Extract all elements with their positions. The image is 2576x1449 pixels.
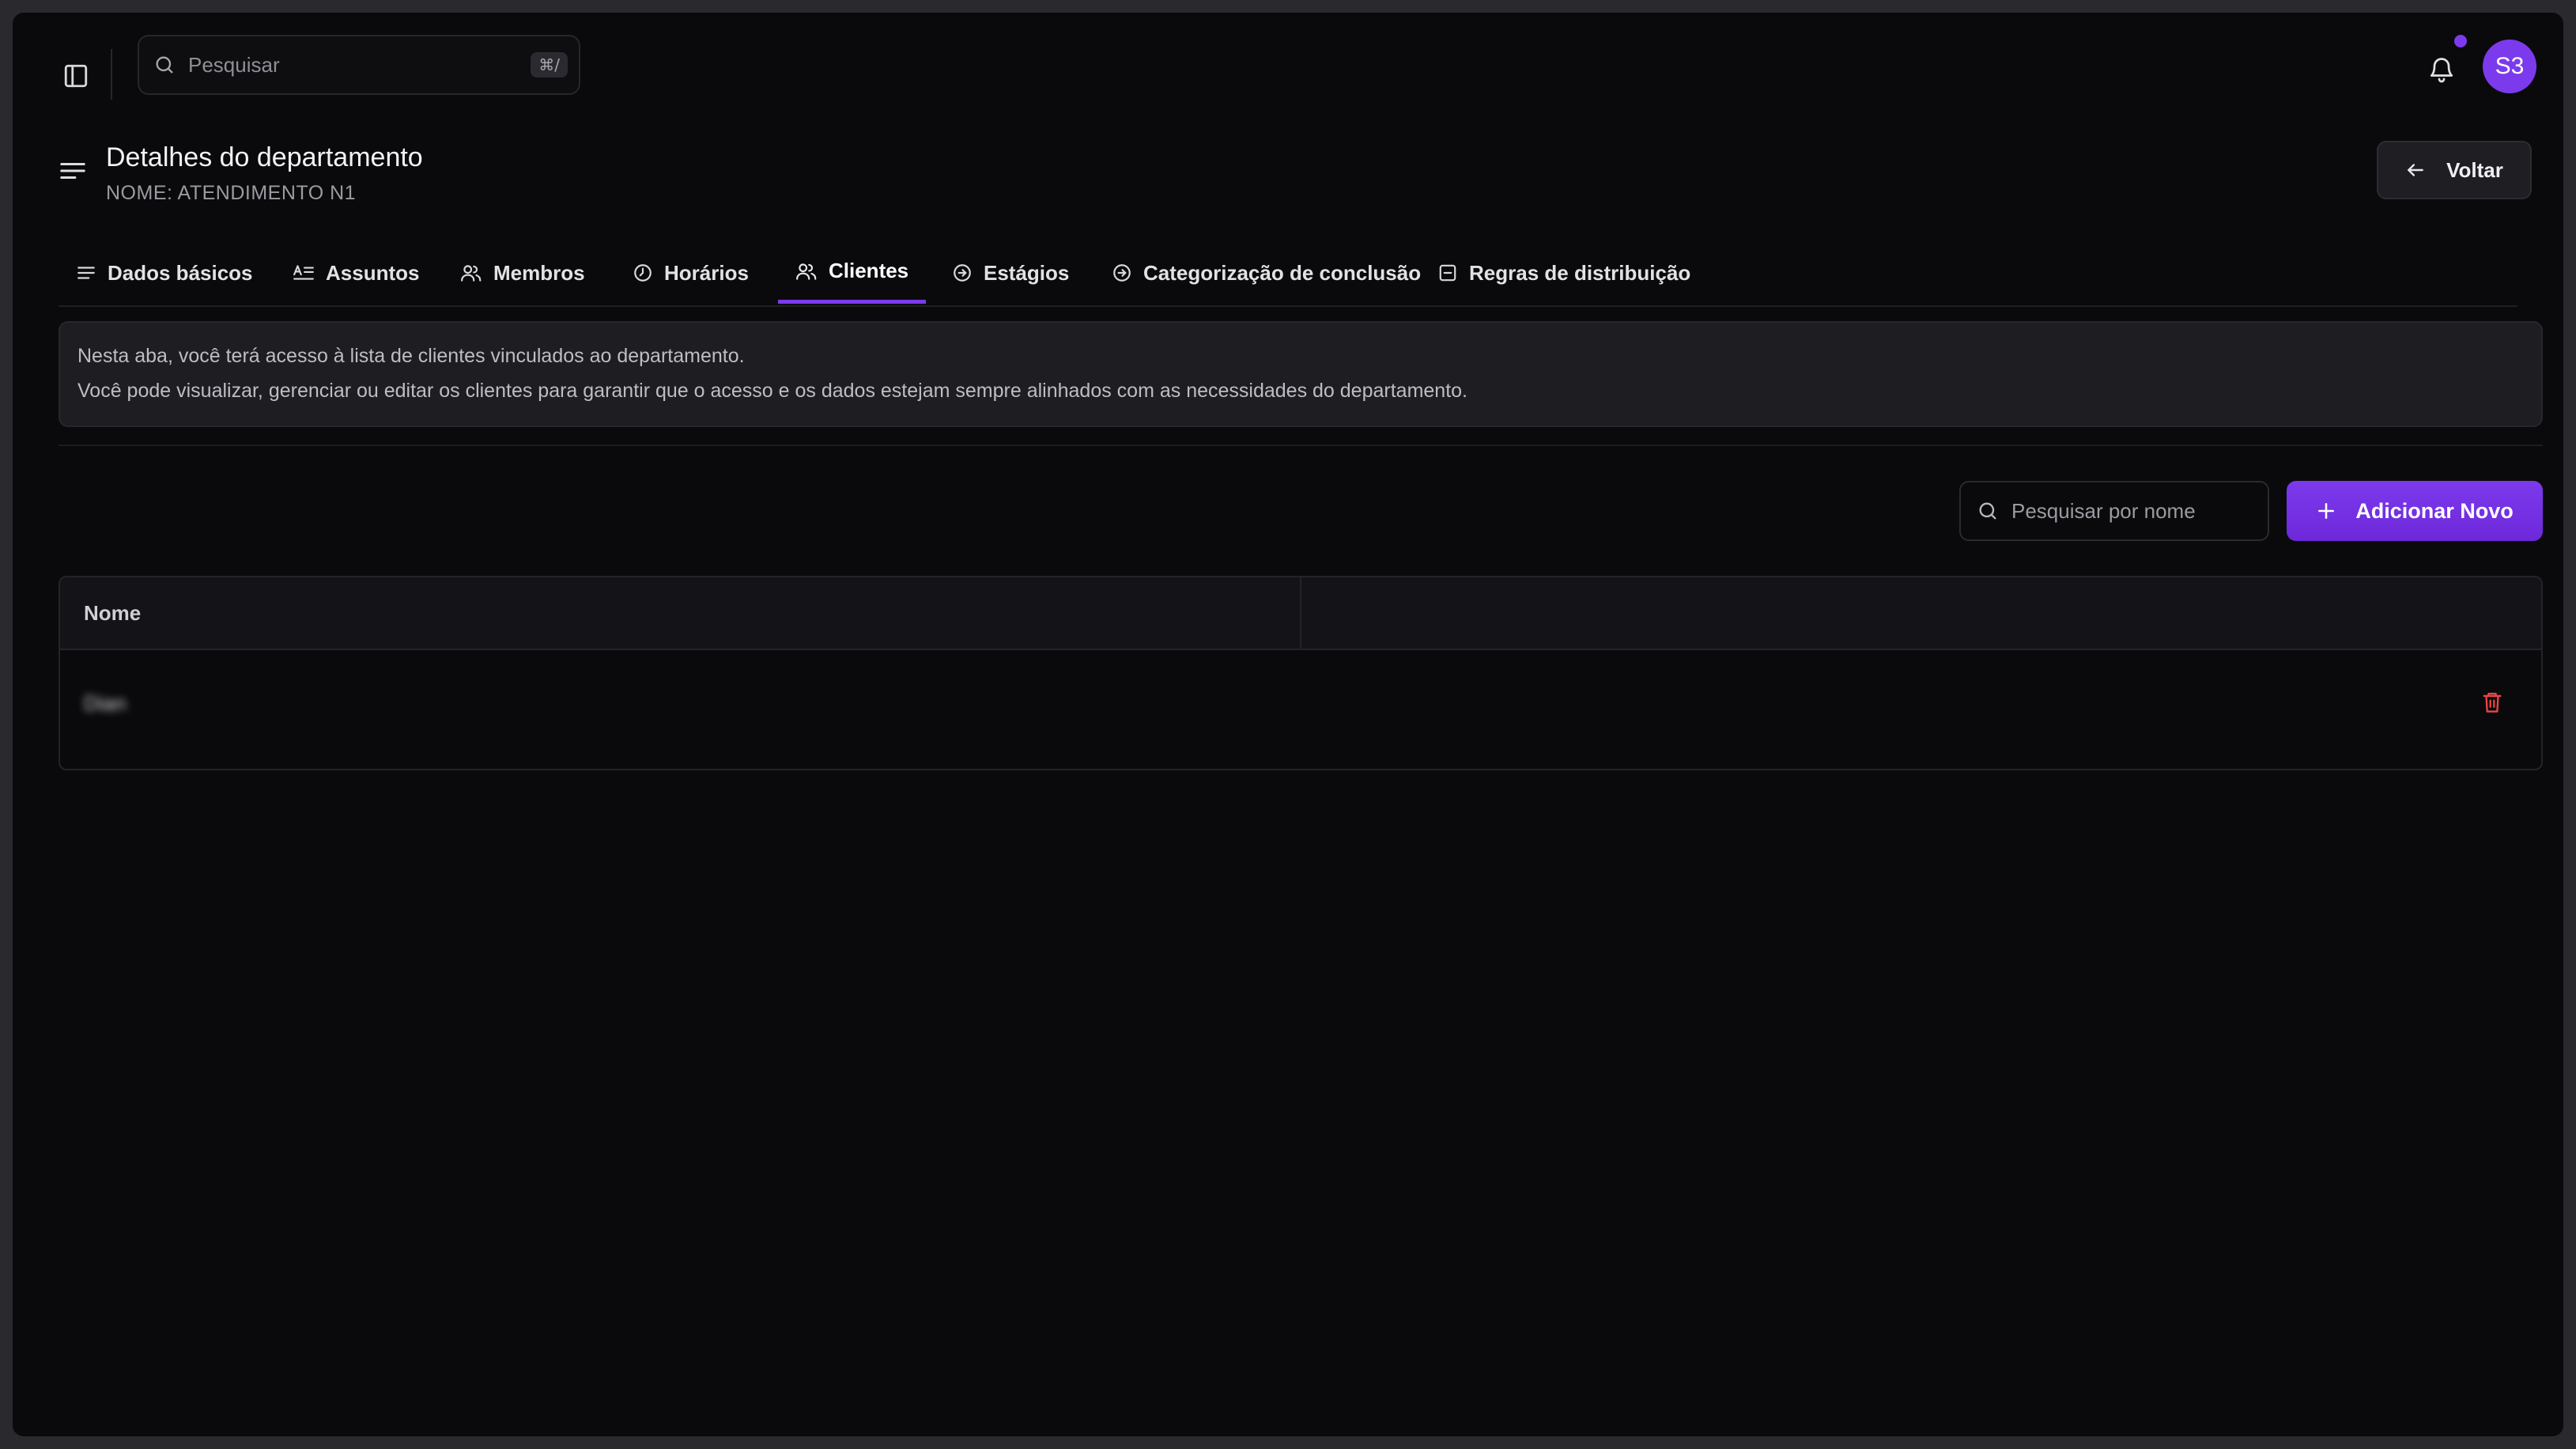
back-button-label: Voltar (2446, 157, 2503, 182)
trash-icon (2483, 692, 2502, 713)
add-new-button-label: Adicionar Novo (2355, 498, 2514, 523)
tab-label: Membros (493, 260, 585, 285)
page-header: Detalhes do departamento NOME: ATENDIMEN… (13, 123, 2563, 218)
search-icon (1979, 502, 1996, 520)
subjects-icon (293, 265, 314, 280)
tab-estagios[interactable]: Estágios (952, 242, 1069, 304)
tab-assuntos[interactable]: Assuntos (293, 242, 419, 304)
notification-dot (2454, 35, 2467, 47)
arrow-circle-icon (1113, 264, 1131, 282)
back-button[interactable]: Voltar (2377, 141, 2532, 199)
table-row: Dian (60, 650, 2541, 756)
square-minus-icon (1439, 264, 1456, 282)
tab-bar: Dados básicos Assuntos Membros Horários … (59, 242, 2517, 307)
menu-button[interactable] (46, 147, 100, 195)
name-search-input[interactable] (2010, 498, 2250, 524)
tab-horarios[interactable]: Horários (633, 242, 749, 304)
clients-table: Nome Dian (59, 576, 2543, 770)
notifications-button[interactable] (2419, 46, 2464, 93)
tab-label: Estágios (984, 260, 1070, 285)
column-separator (1300, 577, 1301, 649)
tab-label: Categorização de conclusão (1143, 260, 1422, 285)
user-avatar[interactable]: S3 (2483, 40, 2536, 93)
lines-icon (77, 267, 95, 279)
delete-client-button[interactable] (2475, 685, 2510, 720)
page-title: Detalhes do departamento (106, 142, 423, 172)
tab-label: Assuntos (326, 260, 420, 285)
tab-clientes[interactable]: Clientes (778, 242, 927, 304)
clock-icon (634, 264, 652, 282)
column-header-nome: Nome (84, 600, 142, 625)
search-shortcut-badge: ⌘/ (531, 52, 568, 78)
tab-regras-distribuicao[interactable]: Regras de distribuição (1437, 242, 1690, 304)
arrow-circle-icon (954, 264, 971, 282)
menu-lines-icon (60, 162, 85, 180)
name-search (1959, 481, 2269, 541)
app-window: Pesquisar ⌘/ S3 Detalhes do departamento… (13, 13, 2563, 1436)
global-search[interactable]: Pesquisar ⌘/ (138, 35, 580, 95)
page-subtitle: NOME: ATENDIMENTO N1 (106, 182, 357, 204)
users-icon (461, 265, 482, 282)
info-line-2: Você pode visualizar, gerenciar ou edita… (77, 380, 1467, 402)
sidebar-toggle-button[interactable] (47, 47, 104, 104)
tab-label: Clientes (829, 259, 909, 282)
tab-label: Horários (664, 260, 749, 285)
tab-label: Dados básicos (108, 260, 253, 285)
client-name-cell: Dian (84, 690, 127, 715)
table-header: Nome (60, 577, 2541, 650)
users-icon (796, 263, 817, 280)
global-search-placeholder: Pesquisar (188, 52, 280, 77)
bell-icon (2430, 58, 2453, 83)
tab-label: Regras de distribuição (1469, 260, 1691, 285)
tab-membros[interactable]: Membros (460, 242, 585, 304)
topbar: Pesquisar ⌘/ S3 (13, 13, 2563, 123)
add-new-button[interactable]: Adicionar Novo (2287, 481, 2543, 541)
plus-icon (2318, 503, 2335, 519)
search-icon (156, 56, 173, 74)
arrow-left-icon (2408, 164, 2423, 176)
info-line-1: Nesta aba, você terá acesso à lista de c… (77, 345, 745, 367)
sidebar-panel-icon (64, 64, 88, 88)
tab-dados-basicos[interactable]: Dados básicos (76, 242, 253, 304)
section-divider (59, 445, 2543, 446)
topbar-divider (111, 49, 112, 100)
tab-categorizacao-conclusao[interactable]: Categorização de conclusão (1112, 242, 1421, 304)
info-box: Nesta aba, você terá acesso à lista de c… (59, 321, 2543, 427)
